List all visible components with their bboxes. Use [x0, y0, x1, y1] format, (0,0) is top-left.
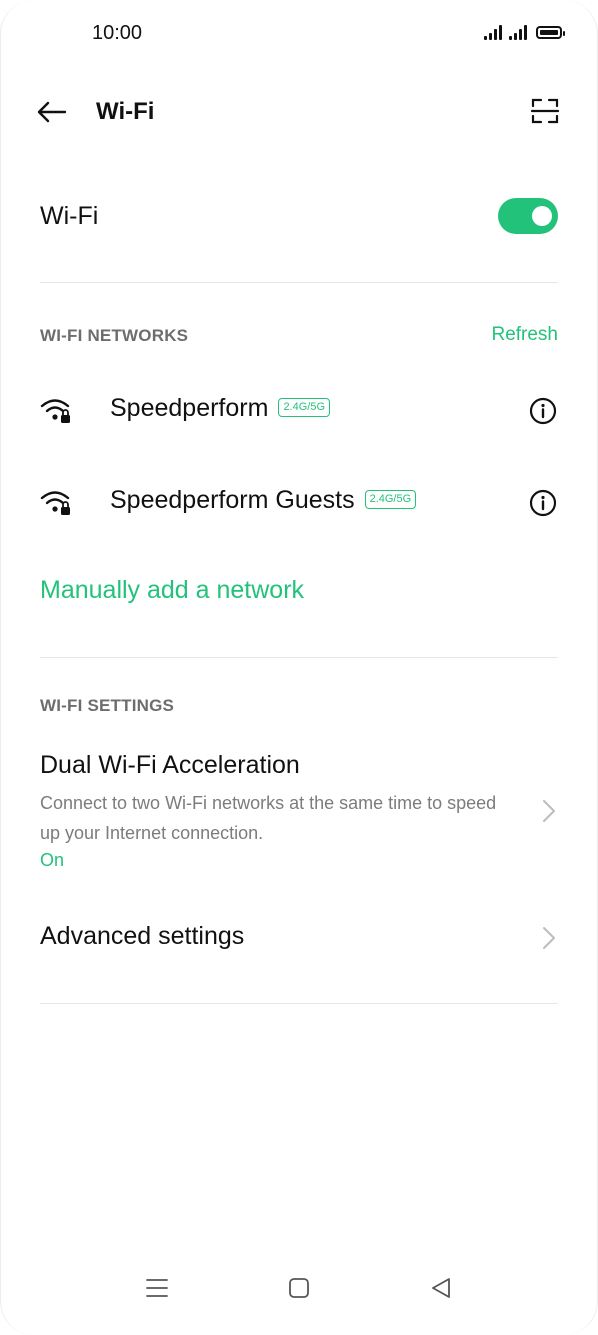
band-badge: 2.4G/5G [364, 490, 417, 509]
toggle-knob [532, 206, 552, 226]
chevron-right-icon [543, 927, 555, 949]
page-title: Wi-Fi [96, 98, 155, 125]
status-time: 10:00 [92, 22, 143, 44]
info-icon[interactable] [528, 488, 558, 518]
wifi-settings-header: WI-FI SETTINGS [40, 696, 175, 715]
home-icon [289, 1278, 309, 1298]
network-name-text: Speedperform Guests [110, 486, 355, 514]
divider [40, 1003, 558, 1004]
network-item[interactable]: Speedperform Guests 2.4G/5G [40, 476, 558, 528]
wifi-locked-icon [40, 491, 70, 515]
back-arrow-icon [37, 101, 67, 123]
chevron-right-icon [543, 800, 555, 822]
navigation-bar [0, 1261, 598, 1335]
setting-status: On [40, 850, 65, 870]
setting-title: Dual Wi-Fi Acceleration [40, 751, 300, 779]
info-icon[interactable] [528, 396, 558, 426]
back-triangle-icon [432, 1278, 450, 1298]
back-button[interactable] [36, 96, 68, 128]
wifi-toggle-label: Wi-Fi [40, 202, 99, 230]
wifi-locked-icon [40, 399, 70, 423]
home-button[interactable] [284, 1273, 314, 1303]
network-name: Speedperform Guests 2.4G/5G [110, 486, 417, 515]
recent-apps-button[interactable] [142, 1273, 172, 1303]
battery-icon [536, 26, 565, 39]
refresh-button[interactable]: Refresh [491, 324, 558, 346]
manually-add-network-link[interactable]: Manually add a network [40, 576, 304, 605]
divider [40, 657, 558, 658]
status-bar: 10:00 [0, 0, 598, 70]
system-back-button[interactable] [426, 1273, 456, 1303]
wifi-networks-header: WI-FI NETWORKS [40, 326, 189, 345]
wifi-toggle-row: Wi-Fi [40, 196, 558, 238]
setting-description: Connect to two Wi-Fi networks at the sam… [40, 793, 497, 843]
menu-icon [146, 1279, 168, 1297]
qr-scan-button[interactable] [530, 96, 560, 126]
divider [40, 282, 558, 283]
network-name: Speedperform 2.4G/5G [110, 394, 331, 423]
dual-wifi-acceleration-item[interactable]: Dual Wi-Fi Acceleration Connect to two W… [40, 751, 558, 871]
status-icons [484, 24, 565, 40]
band-badge: 2.4G/5G [278, 398, 331, 417]
signal-icon [484, 24, 502, 40]
network-item[interactable]: Speedperform 2.4G/5G [40, 384, 558, 436]
advanced-settings-item[interactable]: Advanced settings [40, 922, 558, 951]
network-name-text: Speedperform [110, 394, 269, 422]
setting-title: Advanced settings [40, 922, 245, 950]
qr-scan-icon [530, 98, 560, 124]
wifi-toggle-switch[interactable] [498, 198, 558, 234]
signal-icon [509, 24, 527, 40]
